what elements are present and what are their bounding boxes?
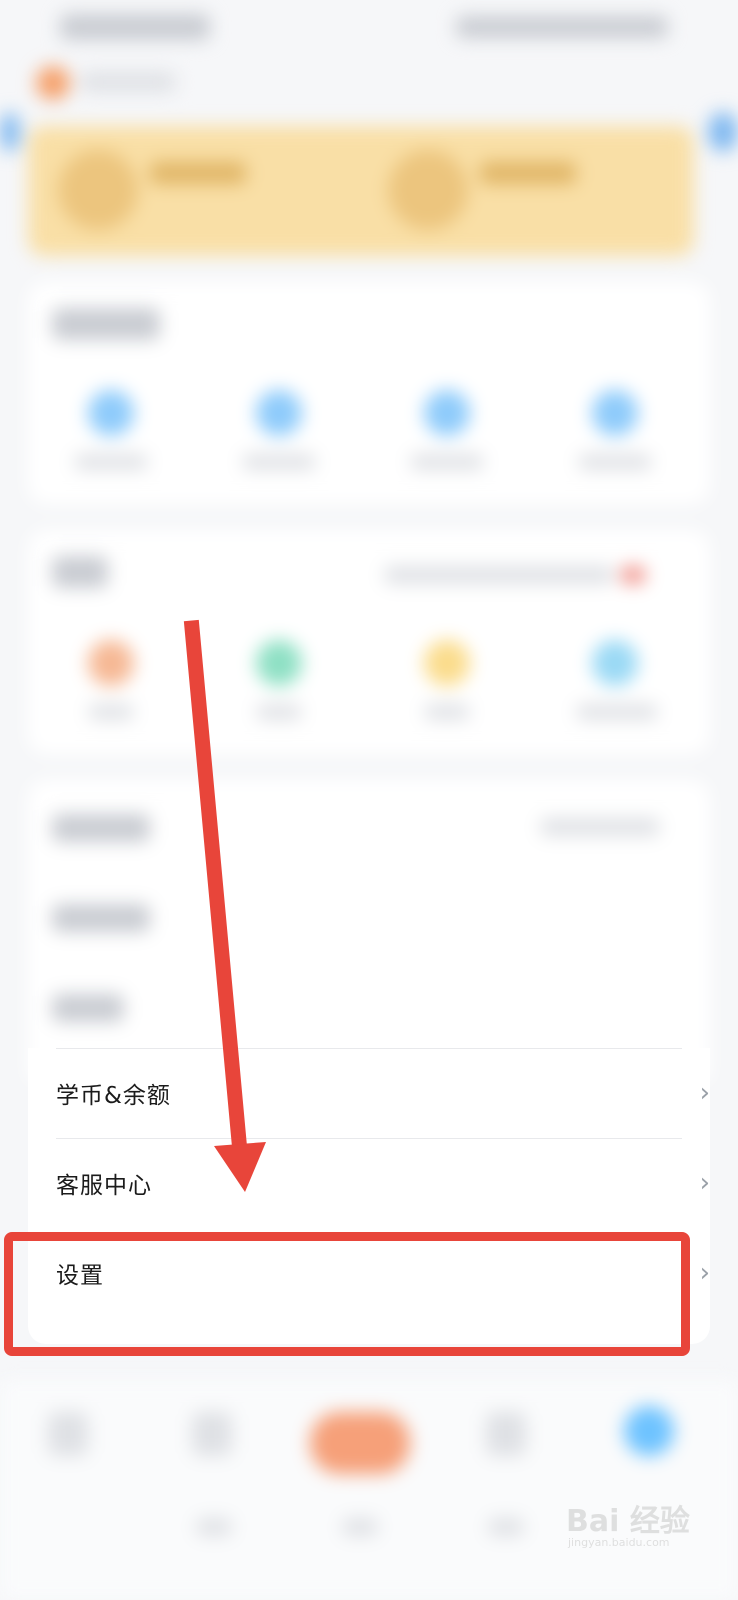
watermark-site: jingyan.baidu.com xyxy=(568,1536,670,1549)
list-row-3-blur xyxy=(52,994,124,1022)
banner-text-right xyxy=(480,162,576,184)
list-row-2-blur xyxy=(52,904,150,932)
tool-icon-4 xyxy=(592,640,638,686)
menu-item-customer-service[interactable]: 客服中心 › xyxy=(56,1138,710,1228)
tool-icon-3 xyxy=(424,640,470,686)
header-left-blur xyxy=(60,14,210,40)
highlight-box-annotation xyxy=(4,1232,690,1356)
section-title-1 xyxy=(52,308,160,340)
grid-label-4 xyxy=(578,454,652,470)
username-blur xyxy=(80,72,176,92)
menu-item-label: 学币&余额 xyxy=(56,1083,171,1109)
banner-icon-right xyxy=(388,150,468,230)
nav-center-button xyxy=(310,1412,410,1474)
side-tab-left xyxy=(0,112,20,152)
list-row-1-blur xyxy=(52,814,150,842)
blurred-background xyxy=(0,0,738,1600)
nav-icon-4 xyxy=(486,1412,526,1456)
menu-item-coins-balance[interactable]: 学币&余额 › xyxy=(56,1048,710,1138)
grid-icon-1 xyxy=(88,390,134,436)
grid-icon-2 xyxy=(256,390,302,436)
grid-label-3 xyxy=(410,454,484,470)
menu-item-label: 客服中心 xyxy=(56,1173,152,1199)
nav-icon-5 xyxy=(624,1406,674,1456)
nav-label-2 xyxy=(196,1518,232,1536)
list-row-1-value-blur xyxy=(540,818,660,836)
chevron-right-icon: › xyxy=(699,1168,710,1198)
red-badge xyxy=(620,566,646,584)
section-title-2 xyxy=(52,556,108,588)
chevron-right-icon: › xyxy=(699,1258,710,1288)
nav-icon-1 xyxy=(48,1412,88,1456)
side-tab-right xyxy=(708,112,738,152)
chevron-right-icon: › xyxy=(699,1078,710,1108)
banner-text-left xyxy=(150,162,246,184)
tool-label-1 xyxy=(88,704,134,720)
avatar xyxy=(36,66,70,100)
grid-icon-3 xyxy=(424,390,470,436)
nav-icon-2 xyxy=(192,1412,232,1456)
tool-icon-1 xyxy=(88,640,134,686)
nav-label-3 xyxy=(342,1518,378,1536)
banner-icon-left xyxy=(58,150,138,230)
grid-label-2 xyxy=(242,454,316,470)
watermark-brand: Bai 经验 xyxy=(566,1504,690,1539)
tool-label-4 xyxy=(576,704,658,720)
tool-icon-2 xyxy=(256,640,302,686)
grid-icon-4 xyxy=(592,390,638,436)
nav-label-4 xyxy=(488,1518,524,1536)
grid-label-1 xyxy=(74,454,148,470)
baidu-jingyan-watermark: Bai 经验 jingyan.baidu.com xyxy=(566,1486,716,1556)
tool-label-3 xyxy=(424,704,470,720)
tool-label-2 xyxy=(256,704,302,720)
header-right-blur xyxy=(456,16,668,38)
section-link-2 xyxy=(384,566,614,584)
